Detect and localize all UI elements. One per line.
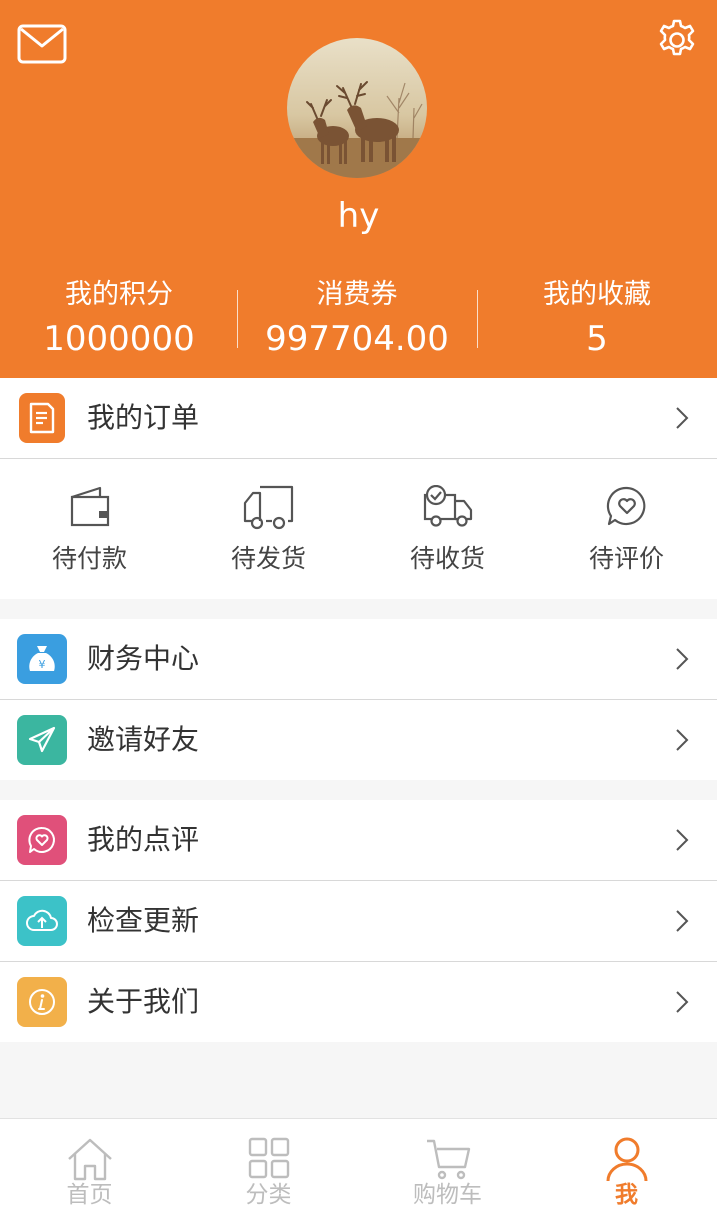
chevron-right-icon	[676, 829, 689, 851]
mail-icon[interactable]	[17, 24, 67, 64]
chevron-right-icon	[676, 648, 689, 670]
finance-center-label: 财务中心	[87, 642, 200, 675]
tab-cart[interactable]: 购物车	[358, 1119, 537, 1231]
delivery-truck-icon	[423, 485, 472, 527]
chevron-right-icon	[676, 991, 689, 1013]
order-pending-shipment[interactable]: 待发货	[179, 459, 358, 599]
paper-plane-icon	[17, 715, 67, 765]
order-pending-shipment-label: 待发货	[230, 544, 306, 573]
about-us-label: 关于我们	[87, 985, 200, 1018]
cloud-upload-icon	[17, 896, 67, 946]
invite-friends-label: 邀请好友	[87, 723, 200, 756]
order-pending-receipt[interactable]: 待收货	[358, 459, 537, 599]
money-bag-icon: ¥	[17, 634, 67, 684]
order-pending-review[interactable]: 待评价	[537, 459, 716, 599]
svg-text:¥: ¥	[39, 658, 46, 671]
tab-home[interactable]: 首页	[0, 1119, 179, 1231]
tab-me[interactable]: 我	[537, 1119, 716, 1231]
info-icon	[17, 977, 67, 1027]
profile-header: hy 我的积分 1000000 消费券 997704.00 我的收藏 5	[0, 0, 717, 378]
heart-chat-icon	[17, 815, 67, 865]
stat-points-value: 1000000	[43, 319, 195, 359]
stat-points-label: 我的积分	[65, 279, 173, 310]
order-document-icon	[19, 393, 65, 443]
wallet-icon	[70, 486, 109, 527]
stat-favorites-value: 5	[586, 319, 608, 359]
finance-center-row[interactable]: ¥ 财务中心	[0, 619, 717, 699]
bottom-nav: 首页 分类 购物车 我	[0, 1118, 717, 1231]
order-pending-payment-label: 待付款	[51, 544, 127, 573]
my-orders-row[interactable]: 我的订单	[0, 378, 717, 458]
about-us-row[interactable]: 关于我们	[0, 962, 717, 1042]
truck-icon	[243, 485, 293, 530]
stat-favorites-label: 我的收藏	[543, 279, 651, 310]
my-orders-label: 我的订单	[87, 401, 200, 434]
avatar[interactable]	[287, 38, 427, 178]
check-update-row[interactable]: 检查更新	[0, 881, 717, 961]
tab-me-label: 我	[615, 1182, 638, 1208]
stat-coupons-value: 997704.00	[265, 319, 449, 359]
username: hy	[337, 196, 380, 236]
tab-cart-label: 购物车	[413, 1182, 482, 1208]
tab-home-label: 首页	[66, 1182, 113, 1208]
user-icon	[606, 1137, 647, 1182]
order-pending-review-label: 待评价	[588, 544, 664, 573]
order-pending-payment[interactable]: 待付款	[0, 459, 179, 599]
stat-coupons[interactable]: 消费券 997704.00	[238, 276, 476, 362]
order-pending-receipt-label: 待收货	[409, 544, 485, 573]
grid-icon	[248, 1137, 289, 1179]
home-icon	[67, 1138, 112, 1181]
settings-gear-icon[interactable]	[655, 18, 699, 62]
invite-friends-row[interactable]: 邀请好友	[0, 700, 717, 780]
chevron-right-icon	[676, 407, 689, 429]
heart-chat-icon	[606, 486, 645, 526]
chevron-right-icon	[676, 910, 689, 932]
order-status-grid: 待付款 待发货 待收货 待评价	[0, 459, 717, 599]
my-reviews-row[interactable]: 我的点评	[0, 800, 717, 880]
stat-coupons-label: 消费券	[316, 279, 398, 310]
tab-category[interactable]: 分类	[179, 1119, 358, 1231]
chevron-right-icon	[676, 729, 689, 751]
check-update-label: 检查更新	[87, 904, 200, 937]
stat-points[interactable]: 我的积分 1000000	[0, 276, 238, 362]
my-reviews-label: 我的点评	[87, 823, 200, 856]
stat-favorites[interactable]: 我的收藏 5	[478, 276, 716, 362]
cart-icon	[426, 1139, 470, 1180]
tab-category-label: 分类	[245, 1182, 292, 1208]
